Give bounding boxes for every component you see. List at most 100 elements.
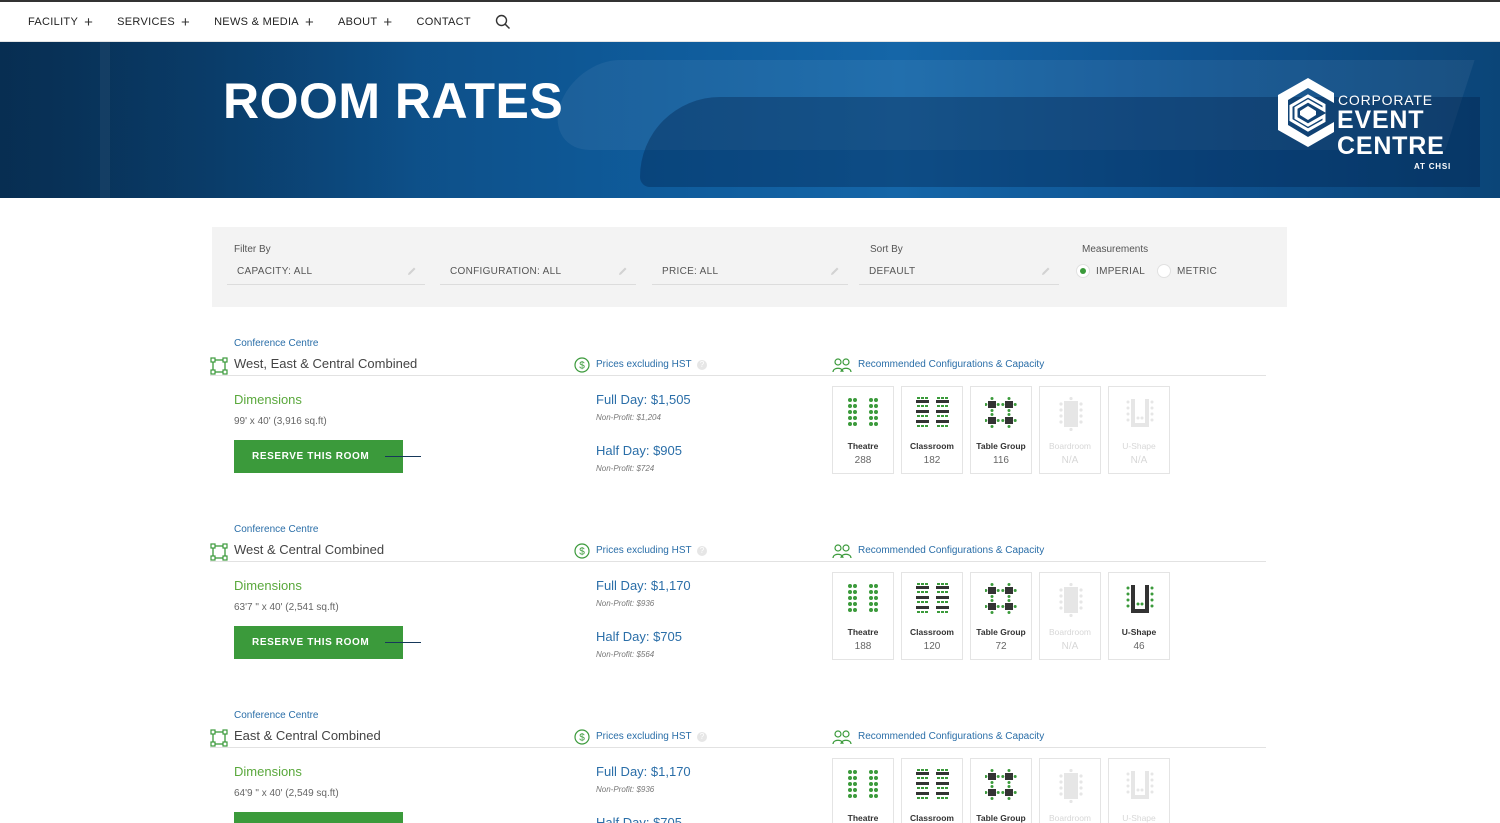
- half-day-nonprofit-price: Non-Profit: $564: [596, 650, 655, 659]
- svg-text:$: $: [579, 733, 585, 744]
- nav-facility[interactable]: FACILITY +: [28, 13, 94, 31]
- config-name: Theatre: [847, 441, 879, 451]
- room-floorplan-icon: [210, 357, 228, 375]
- config-name: Table Group: [976, 813, 1026, 823]
- config-theatre[interactable]: Theatre: [832, 758, 894, 823]
- dimensions-value: 99' x 40' (3,916 sq.ft): [234, 416, 327, 427]
- config-theatre[interactable]: Theatre 188: [832, 572, 894, 660]
- config-capacity: 288: [854, 455, 872, 466]
- theatre-layout-icon: [848, 770, 878, 798]
- dollar-icon: $: [574, 729, 590, 745]
- imperial-radio[interactable]: IMPERIAL: [1076, 264, 1145, 278]
- reserve-room-button[interactable]: [234, 812, 403, 823]
- config-u-shape[interactable]: U-Shape 46: [1108, 572, 1170, 660]
- half-day-price: Half Day: $705: [596, 815, 682, 823]
- dimensions-label: Dimensions: [234, 578, 302, 593]
- boardroom-layout-icon: [1059, 397, 1083, 431]
- room-listing: Conference Centre East & Central Combine…: [210, 710, 1270, 823]
- page-title: ROOM RATES: [223, 73, 564, 129]
- theatre-layout-icon: [848, 584, 878, 612]
- configuration-select[interactable]: CONFIGURATION: ALL: [440, 263, 636, 285]
- divider: [210, 747, 1266, 748]
- config-classroom[interactable]: Classroom 182: [901, 386, 963, 474]
- config-name: Boardroom: [1048, 813, 1092, 823]
- config-table-group[interactable]: Table Group: [970, 758, 1032, 823]
- recommended-configurations-label: Recommended Configurations & Capacity: [858, 359, 1045, 370]
- plus-icon: +: [84, 13, 94, 31]
- full-day-nonprofit-price: Non-Profit: $936: [596, 599, 655, 608]
- configuration-list: Theatre Classroom Table Group Boardroom …: [832, 758, 1177, 823]
- nav-services[interactable]: SERVICES +: [117, 15, 190, 30]
- config-u-shape[interactable]: U-Shape: [1108, 758, 1170, 823]
- pencil-icon: [1042, 267, 1050, 275]
- configuration-select-value: CONFIGURATION: ALL: [450, 266, 562, 277]
- search-icon[interactable]: [495, 14, 511, 30]
- reserve-room-button[interactable]: RESERVE THIS ROOM: [234, 626, 403, 659]
- nav-news-media[interactable]: NEWS & MEDIA +: [214, 15, 314, 30]
- boardroom-layout-icon: [1059, 769, 1083, 803]
- top-navigation: FACILITY + SERVICES + NEWS & MEDIA + ABOUT +…: [0, 0, 1500, 42]
- price-select[interactable]: PRICE: ALL: [652, 263, 848, 285]
- logo-line-centre: CENTRE: [1337, 132, 1445, 160]
- classroom-layout-icon: [916, 583, 949, 613]
- reserve-room-label: RESERVE THIS ROOM: [252, 451, 370, 462]
- config-name: Classroom: [910, 627, 954, 637]
- config-u-shape[interactable]: U-Shape N/A: [1108, 386, 1170, 474]
- price-select-value: PRICE: ALL: [662, 266, 719, 277]
- pencil-icon: [831, 267, 839, 275]
- metric-radio[interactable]: METRIC: [1157, 264, 1217, 278]
- radio-checked-icon: [1076, 264, 1090, 278]
- room-category: Conference Centre: [234, 524, 319, 535]
- config-boardroom[interactable]: Boardroom N/A: [1039, 572, 1101, 660]
- nav-about-label: ABOUT: [338, 16, 378, 28]
- recommended-configurations-label: Recommended Configurations & Capacity: [858, 545, 1045, 556]
- dimensions-value: 63'7 " x 40' (2,541 sq.ft): [234, 602, 339, 613]
- table-group-layout-icon: [985, 397, 1017, 428]
- help-icon[interactable]: ?: [697, 546, 707, 556]
- config-capacity: N/A: [1130, 455, 1148, 466]
- prices-excluding-hst-label: Prices excluding HST: [596, 359, 692, 370]
- config-table-group[interactable]: Table Group 116: [970, 386, 1032, 474]
- config-capacity: 182: [923, 455, 941, 466]
- configuration-list: Theatre 288 Classroom 182 Table Group 11…: [832, 386, 1177, 474]
- config-name: Theatre: [847, 813, 879, 823]
- imperial-label: IMPERIAL: [1096, 265, 1146, 277]
- u-shape-layout-icon: [1126, 771, 1154, 799]
- table-group-layout-icon: [985, 769, 1017, 800]
- config-name: Table Group: [976, 441, 1026, 451]
- capacity-select-value: CAPACITY: ALL: [237, 266, 313, 277]
- config-classroom[interactable]: Classroom: [901, 758, 963, 823]
- people-icon: [832, 730, 852, 745]
- config-classroom[interactable]: Classroom 120: [901, 572, 963, 660]
- sort-select[interactable]: DEFAULT: [859, 263, 1059, 285]
- nav-about[interactable]: ABOUT +: [338, 15, 392, 30]
- divider: [210, 561, 1266, 562]
- boardroom-layout-icon: [1059, 583, 1083, 617]
- config-capacity: 46: [1133, 641, 1145, 652]
- help-icon[interactable]: ?: [697, 360, 707, 370]
- reserve-room-button[interactable]: RESERVE THIS ROOM: [234, 440, 403, 473]
- people-icon: [832, 544, 852, 559]
- theatre-layout-icon: [848, 398, 878, 426]
- config-name: U-Shape: [1122, 813, 1156, 823]
- config-table-group[interactable]: Table Group 72: [970, 572, 1032, 660]
- config-boardroom[interactable]: Boardroom: [1039, 758, 1101, 823]
- config-boardroom[interactable]: Boardroom N/A: [1039, 386, 1101, 474]
- dimensions-label: Dimensions: [234, 764, 302, 779]
- config-theatre[interactable]: Theatre 288: [832, 386, 894, 474]
- main-nav: FACILITY + SERVICES + NEWS & MEDIA + ABOUT +…: [28, 2, 511, 42]
- config-name: Classroom: [910, 441, 954, 451]
- capacity-select[interactable]: CAPACITY: ALL: [227, 263, 425, 285]
- nav-contact[interactable]: CONTACT: [416, 16, 470, 28]
- classroom-layout-icon: [916, 769, 949, 799]
- config-name: Boardroom: [1048, 441, 1092, 451]
- config-name: U-Shape: [1121, 627, 1157, 637]
- nav-services-label: SERVICES: [117, 16, 175, 28]
- prices-excluding-hst-label: Prices excluding HST: [596, 731, 692, 742]
- pencil-icon: [619, 267, 627, 275]
- help-icon[interactable]: ?: [697, 732, 707, 742]
- room-listing: Conference Centre West, East & Central C…: [210, 338, 1270, 498]
- full-day-nonprofit-price: Non-Profit: $1,204: [596, 413, 661, 422]
- people-icon: [832, 358, 852, 373]
- svg-text:$: $: [579, 547, 585, 558]
